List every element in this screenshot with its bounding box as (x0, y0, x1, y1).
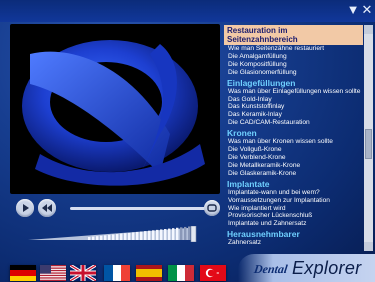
section-title[interactable]: Implantate (227, 179, 363, 189)
volume-bar (92, 236, 95, 240)
topic-item[interactable]: Das Keramik-Inlay (224, 111, 363, 119)
volume-bar (104, 235, 107, 240)
volume-bar (184, 226, 187, 240)
volume-ramp (28, 225, 197, 243)
topic-item[interactable]: Die Vollguß-Krone (224, 146, 363, 154)
volume-bar (96, 236, 99, 240)
topic-item[interactable]: Was man über Kronen wissen sollte (224, 138, 363, 146)
logo-explorer: Explorer (292, 258, 362, 278)
topic-item[interactable]: Wie implantiert wird (224, 205, 363, 213)
topic-item[interactable]: Vorraussetzungen zur Implantation (224, 197, 363, 205)
us-flag-icon[interactable] (40, 265, 66, 281)
tooth-logo-animation (22, 40, 205, 186)
volume-bar (128, 232, 131, 240)
rewind-button[interactable] (38, 199, 56, 217)
volume-bar (140, 231, 143, 240)
topic-item[interactable]: Was man über Einlagefüllungen wissen sol… (224, 88, 363, 96)
scroll-down-button[interactable] (364, 242, 373, 251)
volume-bar (120, 233, 123, 240)
volume-bar (88, 237, 91, 240)
close-icon[interactable]: ✕ (360, 3, 374, 17)
volume-bar (100, 235, 103, 240)
logo-dental: Dental (253, 262, 289, 276)
topic-item[interactable]: Die Amalgamfüllung (224, 53, 363, 61)
dental-explorer-logo: Dental Explorer (252, 256, 370, 282)
volume-bar (108, 234, 111, 240)
topic-item[interactable]: Das Gold-Inlay (224, 96, 363, 104)
topic-item[interactable]: Die Glasionomerfüllung (224, 69, 363, 77)
volume-bar (148, 230, 151, 240)
volume-bar (176, 227, 179, 240)
volume-bar (112, 234, 115, 240)
topic-item[interactable]: Das Kunststoffinlay (224, 103, 363, 111)
topic-item[interactable]: Wie man Seitenzähne restauriert (224, 45, 363, 53)
topic-item[interactable]: Die Glaskeramik-Krone (224, 170, 363, 178)
topic-item[interactable]: Zahnersatz (224, 239, 363, 247)
section-title[interactable]: Kronen (227, 128, 363, 138)
section-title[interactable]: Restauration im Seitenzahnbereich (224, 25, 363, 45)
volume-bar (124, 233, 127, 240)
video-player[interactable] (10, 24, 220, 194)
volume-bar (144, 231, 147, 240)
volume-slider[interactable] (28, 225, 198, 243)
tr-flag-icon[interactable] (200, 265, 226, 281)
volume-bar (116, 234, 119, 240)
fr-flag-icon[interactable] (104, 265, 130, 281)
volume-bar (152, 230, 155, 240)
scroll-up-button[interactable] (364, 25, 373, 34)
minimize-icon[interactable]: ▼ (346, 3, 360, 17)
section-title[interactable]: Einlagefüllungen (227, 78, 363, 88)
volume-bar (160, 229, 163, 240)
play-icon (23, 204, 29, 212)
topic-item[interactable]: Implantate und Zahnersatz (224, 220, 363, 228)
topic-item[interactable]: Die Metallkeramik-Krone (224, 162, 363, 170)
volume-bar (156, 229, 159, 240)
volume-bar (188, 226, 191, 240)
volume-bar (168, 228, 171, 240)
volume-handle (190, 225, 197, 243)
volume-bar (164, 229, 167, 240)
app-window: ▼ ✕ Dental Explorer Restauration im Seit… (0, 0, 375, 282)
scroll-thumb[interactable] (365, 129, 372, 159)
playback-controls (8, 197, 220, 219)
topic-list-scrollbar[interactable] (364, 25, 373, 251)
topic-item[interactable]: Die Verblend-Krone (224, 154, 363, 162)
volume-bar (172, 228, 175, 240)
volume-bar (180, 227, 183, 240)
topic-list[interactable]: Restauration im Seitenzahnbereich Wie man… (224, 25, 363, 251)
uk-flag-icon[interactable] (70, 265, 96, 281)
volume-bar (132, 232, 135, 240)
it-flag-icon[interactable] (168, 265, 194, 281)
rewind-icon (42, 204, 52, 212)
seek-bar[interactable] (70, 207, 206, 210)
topic-item[interactable]: Die Kompositfüllung (224, 61, 363, 69)
topic-item[interactable]: Die CAD/CAM-Restauration (224, 119, 363, 127)
topic-item[interactable]: Provisorischer Lückenschluß (224, 212, 363, 220)
language-flags (8, 262, 228, 282)
volume-bar (136, 231, 139, 240)
section-title[interactable]: Herausnehmbarer (227, 229, 363, 239)
es-flag-icon[interactable] (136, 265, 162, 281)
de-flag-icon[interactable] (10, 265, 36, 281)
loop-icon (207, 204, 217, 212)
topic-item[interactable]: Implantate-wann und bei wem? (224, 189, 363, 197)
title-bar: ▼ ✕ (0, 0, 375, 22)
play-button[interactable] (16, 199, 34, 217)
loop-button[interactable] (204, 200, 220, 216)
